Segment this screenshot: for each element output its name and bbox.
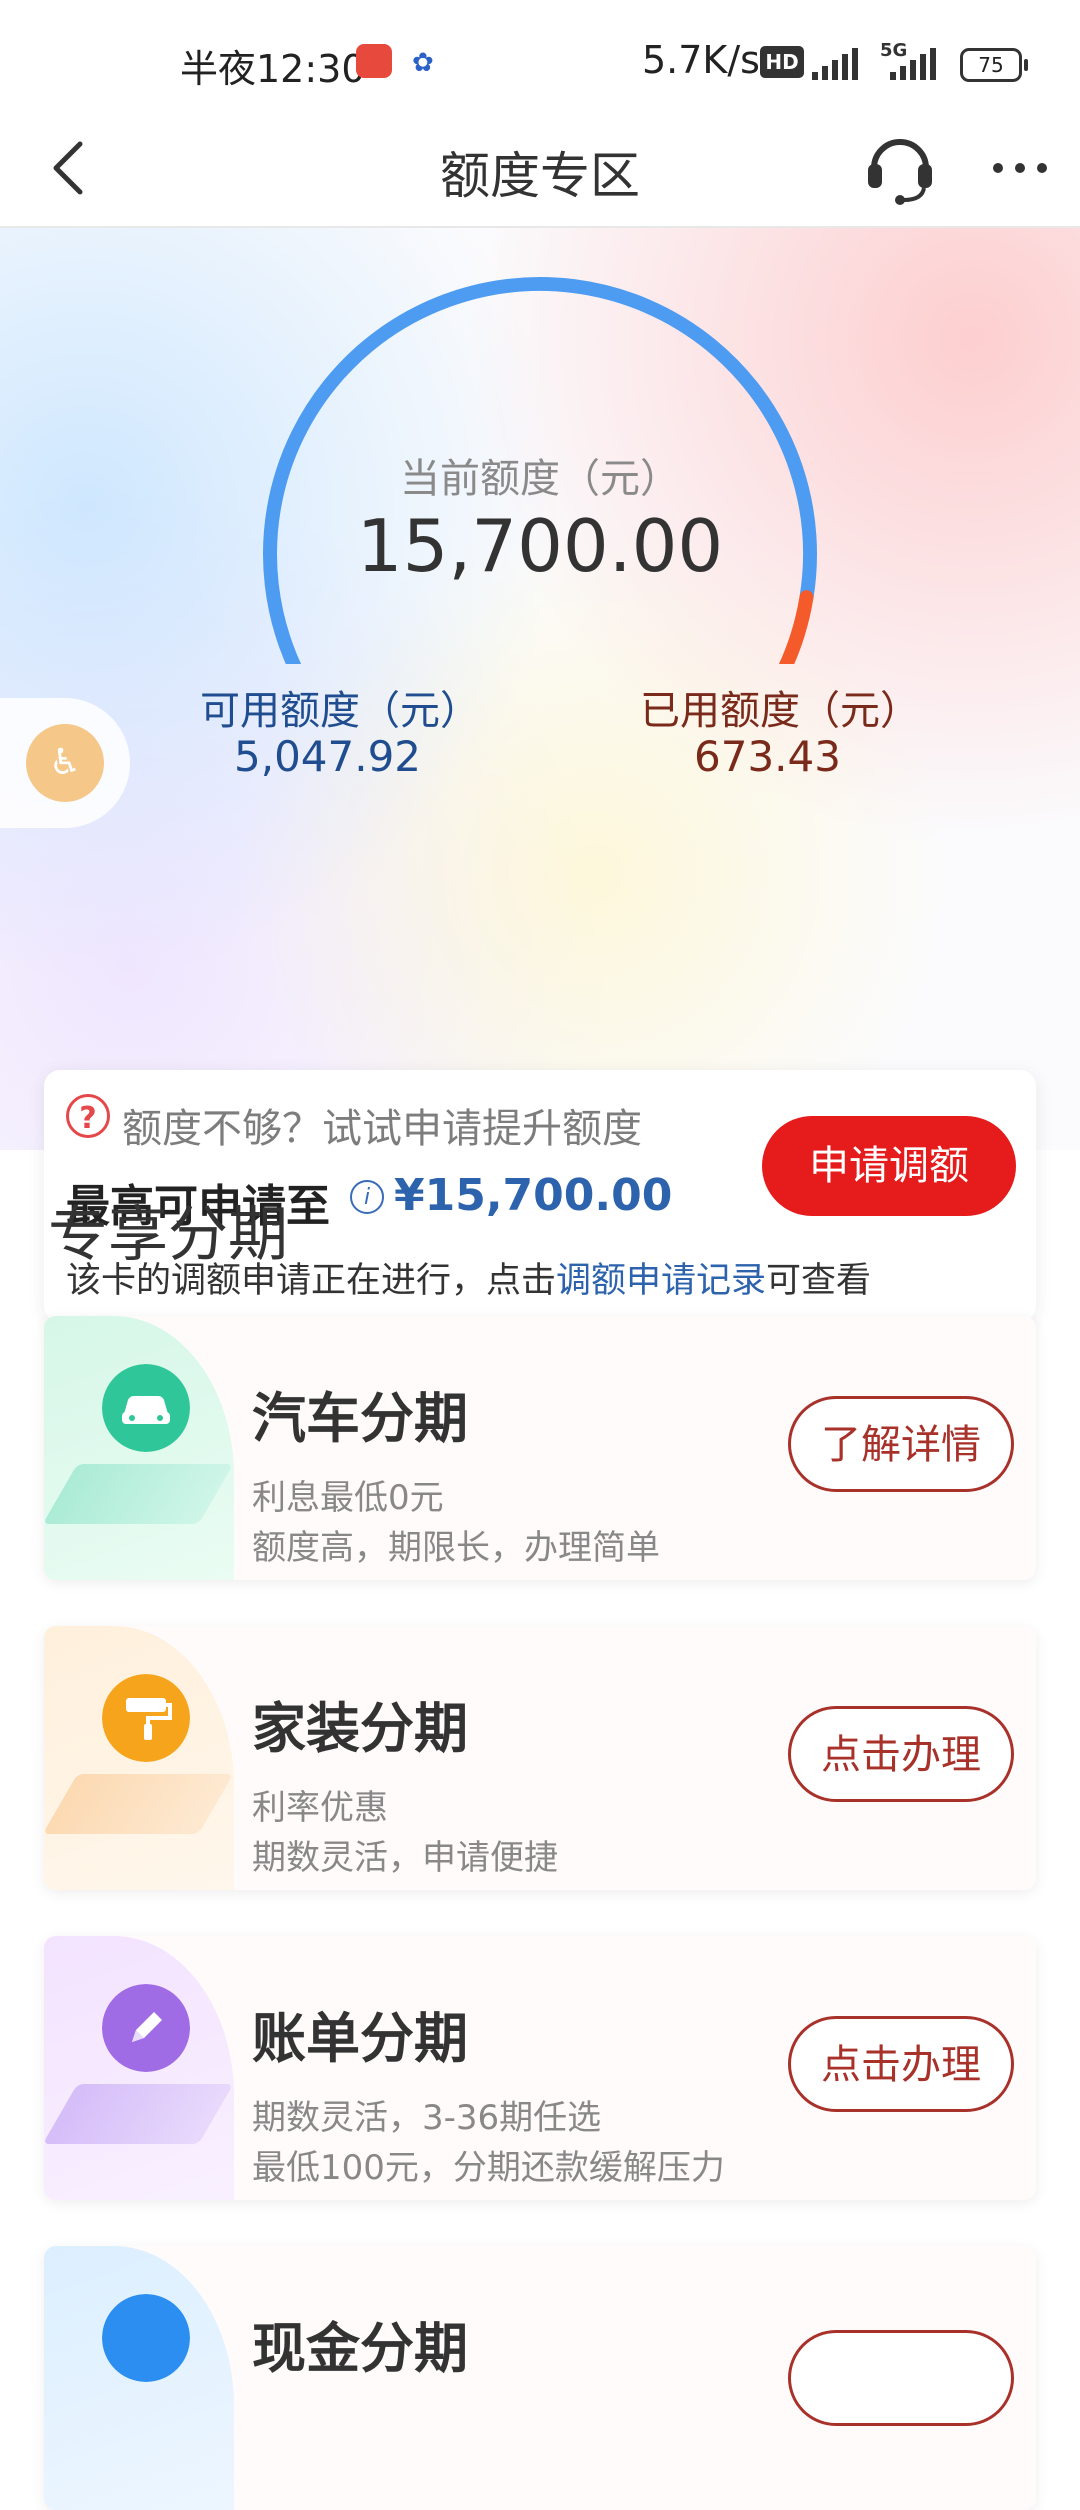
section-title: 专享分期 <box>48 1200 288 1270</box>
apply-now-button[interactable] <box>788 2330 1014 2426</box>
adjustment-record-link[interactable]: 调额申请记录 <box>556 1261 766 1301</box>
signal-bars-5g-icon <box>890 46 942 80</box>
used-credit-value: 673.43 <box>694 732 841 781</box>
cash-installment-card[interactable]: 现金分期 <box>44 2246 1036 2510</box>
car-installment-card[interactable]: 汽车分期 利息最低0元 额度高，期限长，办理简单 了解详情 <box>44 1316 1036 1580</box>
card-subtitle-1: 利率优惠 <box>252 1788 388 1828</box>
network-speed: 5.7K/s <box>642 38 760 82</box>
learn-more-button[interactable]: 了解详情 <box>788 1396 1014 1492</box>
current-credit-label: 当前额度（元） <box>400 456 680 502</box>
signal-bars-icon <box>812 46 864 80</box>
card-title: 现金分期 <box>252 2317 468 2380</box>
card-subtitle-2: 额度高，期限长，办理简单 <box>252 1528 660 1568</box>
gauge-used-arc <box>778 590 814 664</box>
card-subtitle-1: 利息最低0元 <box>252 1478 444 1518</box>
customer-service-icon[interactable] <box>864 130 936 206</box>
battery-icon: 75 <box>960 48 1028 82</box>
used-credit-label: 已用额度（元） <box>640 688 920 734</box>
pencil-icon <box>102 1984 190 2072</box>
card-title: 家装分期 <box>252 1697 468 1760</box>
question-icon: ? <box>66 1094 110 1138</box>
accessibility-float-button[interactable]: ♿ <box>0 698 130 828</box>
cash-icon <box>102 2294 190 2382</box>
paint-roller-icon <box>102 1674 190 1762</box>
credit-overview: 当前额度（元） 15,700.00 可用额度（元） 5,047.92 已用额度（… <box>0 228 1080 1322</box>
card-title: 账单分期 <box>252 2007 468 2070</box>
card-subtitle-2: 期数灵活，申请便捷 <box>252 1838 558 1878</box>
nav-bar: 额度专区 <box>0 118 1080 228</box>
apply-adjustment-button[interactable]: 申请调额 <box>762 1116 1016 1216</box>
available-credit-value: 5,047.92 <box>234 732 422 781</box>
accessibility-icon: ♿ <box>26 724 104 802</box>
car-icon <box>102 1364 190 1452</box>
status-bar: 半夜12:30 ✿ 5.7K/s HD 5G 75 <box>0 0 1080 118</box>
home-decoration-installment-card[interactable]: 家装分期 利率优惠 期数灵活，申请便捷 点击办理 <box>44 1626 1036 1890</box>
limit-hint: 额度不够？试试申请提升额度 <box>122 1106 642 1152</box>
max-apply-amount: ¥15,700.00 <box>394 1170 673 1221</box>
status-suffix: 可查看 <box>766 1261 872 1301</box>
available-credit-label: 可用额度（元） <box>200 688 480 734</box>
hd-badge: HD <box>760 46 804 78</box>
baidu-paw-icon: ✿ <box>412 48 434 78</box>
app-notification-icon <box>356 44 392 78</box>
apply-now-button[interactable]: 点击办理 <box>788 1706 1014 1802</box>
info-icon[interactable]: i <box>350 1180 384 1214</box>
card-subtitle-2: 最低100元，分期还款缓解压力 <box>252 2148 725 2188</box>
bill-installment-card[interactable]: 账单分期 期数灵活，3-36期任选 最低100元，分期还款缓解压力 点击办理 <box>44 1936 1036 2200</box>
current-credit-value: 15,700.00 <box>356 504 724 588</box>
card-title: 汽车分期 <box>252 1387 468 1450</box>
apply-now-button[interactable]: 点击办理 <box>788 2016 1014 2112</box>
status-time: 半夜12:30 <box>180 47 366 91</box>
more-icon[interactable] <box>990 158 1050 178</box>
card-subtitle-1: 期数灵活，3-36期任选 <box>252 2098 602 2138</box>
